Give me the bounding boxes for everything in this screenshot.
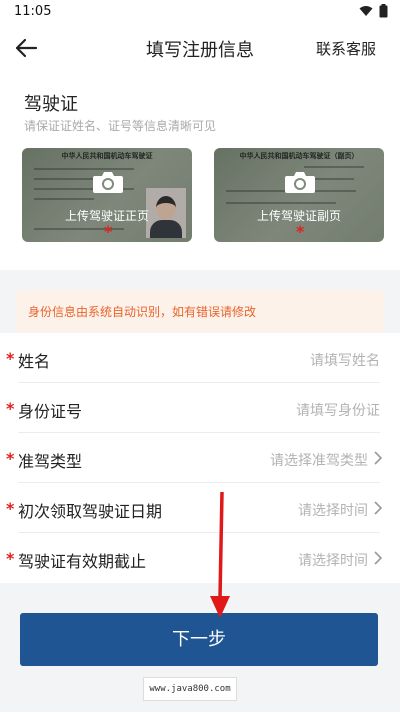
first-issue-date-picker[interactable]: * 初次领取驾驶证日期 请选择时间 [0,483,400,533]
nav-bar: 填写注册信息 联系客服 [0,24,400,72]
field-placeholder: 请选择准驾类型 [270,453,368,469]
upload-license-front[interactable]: 中华人民共和国机动车驾驶证 上传驾驶证正页 * [22,148,192,242]
required-mark: * [6,449,15,468]
required-mark: * [6,349,15,368]
required-mark: * [104,222,113,241]
field-label: 准驾类型 [18,452,83,471]
home-indicator [0,704,400,712]
section-title: 驾驶证 [24,94,78,115]
annotation-arrow-icon [210,491,230,618]
battery-icon [379,4,388,18]
field-label: 驾驶证有效期截止 [18,552,147,571]
wifi-icon [359,6,373,16]
license-class-select[interactable]: * 准驾类型 请选择准驾类型 [0,433,400,483]
field-placeholder: 请填写姓名 [310,353,380,369]
field-placeholder: 请选择时间 [298,553,368,569]
required-mark: * [6,399,15,418]
chevron-right-icon [374,451,382,465]
field-placeholder: 请填写身份证 [296,403,380,419]
upload-license-back[interactable]: 中华人民共和国机动车驾驶证（副页） 上传驾驶证副页 * [214,148,384,242]
notice-text: 身份信息由系统自动识别，如有错误请修改 [28,305,257,319]
camera-icon [93,172,123,193]
required-mark: * [6,549,15,568]
status-icons [359,4,388,18]
id-number-field[interactable]: * 身份证号 请填写身份证 [0,383,400,433]
chevron-right-icon [374,551,382,565]
section-hint: 请保证证姓名、证号等信息清晰可见 [24,119,217,133]
expiry-date-picker[interactable]: * 驾驶证有效期截止 请选择时间 [0,533,400,583]
chevron-right-icon [374,501,382,515]
status-time: 11:05 [14,4,52,19]
contact-service-button[interactable]: 联系客服 [316,38,376,59]
watermark: www.java800.com [143,677,237,701]
required-mark: * [6,499,15,518]
required-mark: * [296,222,305,241]
status-bar: 11:05 [0,0,400,24]
license-section: 驾驶证 请保证证姓名、证号等信息清晰可见 中华人民共和国机动车驾驶证 上传驾驶证… [0,72,400,270]
auto-recognition-notice: 身份信息由系统自动识别，如有错误请修改 [16,290,384,332]
field-label: 姓名 [18,352,51,371]
field-label: 身份证号 [18,402,83,421]
field-placeholder: 请选择时间 [298,503,368,519]
field-label: 初次领取驾驶证日期 [18,502,163,521]
name-field[interactable]: * 姓名 请填写姓名 [0,333,400,383]
camera-icon [285,172,315,193]
next-step-button[interactable]: 下一步 [20,613,378,666]
